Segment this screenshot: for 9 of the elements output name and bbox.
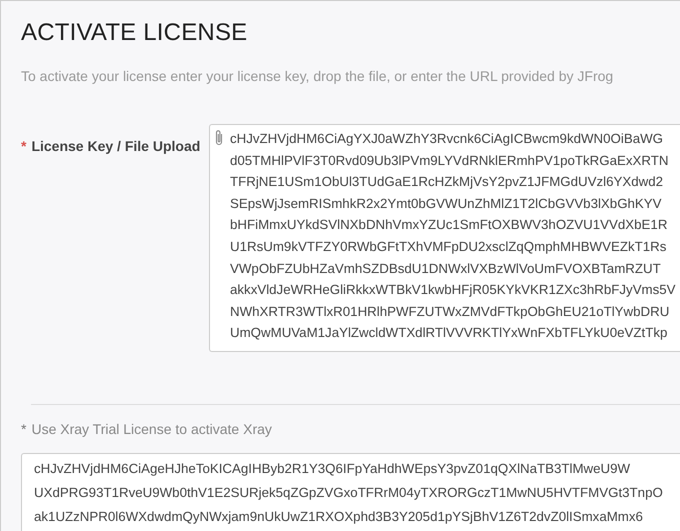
paperclip-icon[interactable] <box>214 129 224 147</box>
required-mark: * <box>21 421 26 437</box>
required-mark: * <box>21 138 26 156</box>
field-label: Use Xray Trial License to activate Xray <box>31 421 272 437</box>
page-title: ACTIVATE LICENSE <box>21 19 248 47</box>
field-label: License Key / File Upload <box>31 138 200 156</box>
page-description: To activate your license enter your license key, drop the file, or enter the URL provided by JFrog <box>21 68 614 84</box>
license-text-field[interactable]: cHJvZHVjdHM6CiAgeHJheToKICAgIHByb2R1Y3Q6IFpYaHdhWEpsY3pvZ01qQXlNaTB3TlMweU9W UXdPRG93T1RveU9Wb0thV1E2SURjek5qZGpZVGxoTFRrM04yTXRORGczT1MwNU5HVTFMVGt3TnpO ak1UZzNPR0l6WXdwdmQyNWxjam9nUkUwZ1RXOXphd3B3Y205d1pYSjBhV1Z6T2dvZ0lISmxaMmx6 <box>21 453 680 531</box>
license-key-field[interactable]: cHJvZHVjdHM6CiAgYXJ0aWZhY3Rvcnk6CiAgICBwcm9kdWN0OiBaWG d05TMHlPVlF3T0Rvd09Ub3lPVm9LYVdRNklERmhPV1poTkRGaExXRTN TFRjNE1USm1ObUl3TUdGaE1RcHZkMjVsY2pvZ1JFMGdUVzl6YXdwd2 SEpsWjJsemRISmhkR2x2Ymt0bGVWUnZhMlZ1T2lCbGVVb3lXbGhKYV bHFiMmxUYkdSVlNXbDNhVmxYZUc1SmFtOXBWV3hOZVU1VVdXbE1R U1RsUm9kVTFZY0RWbGFtTXhVMFpDU2xsclZqQmphMHBWVEZkT1Rs VWpObFZUbHZaVmhSZDBsdU1DNWxlVXBzWlVoUmFVOXBTamRZUT akkxVldJeWRHeGliRkkxWTBkV1kwbHFjR05KYkVKR1ZXc3hRbFJyVms5V NWhXRTR3WTlxR01HRlhPWFZUTWxZMVdFTkpObGhEU21oTlYwbDRU UmQwMUVaM1JaYlZwcldWTXdlRTlVVVRKTlYxWnFXbTFLYkU0eVZtTkp <box>209 124 680 352</box>
